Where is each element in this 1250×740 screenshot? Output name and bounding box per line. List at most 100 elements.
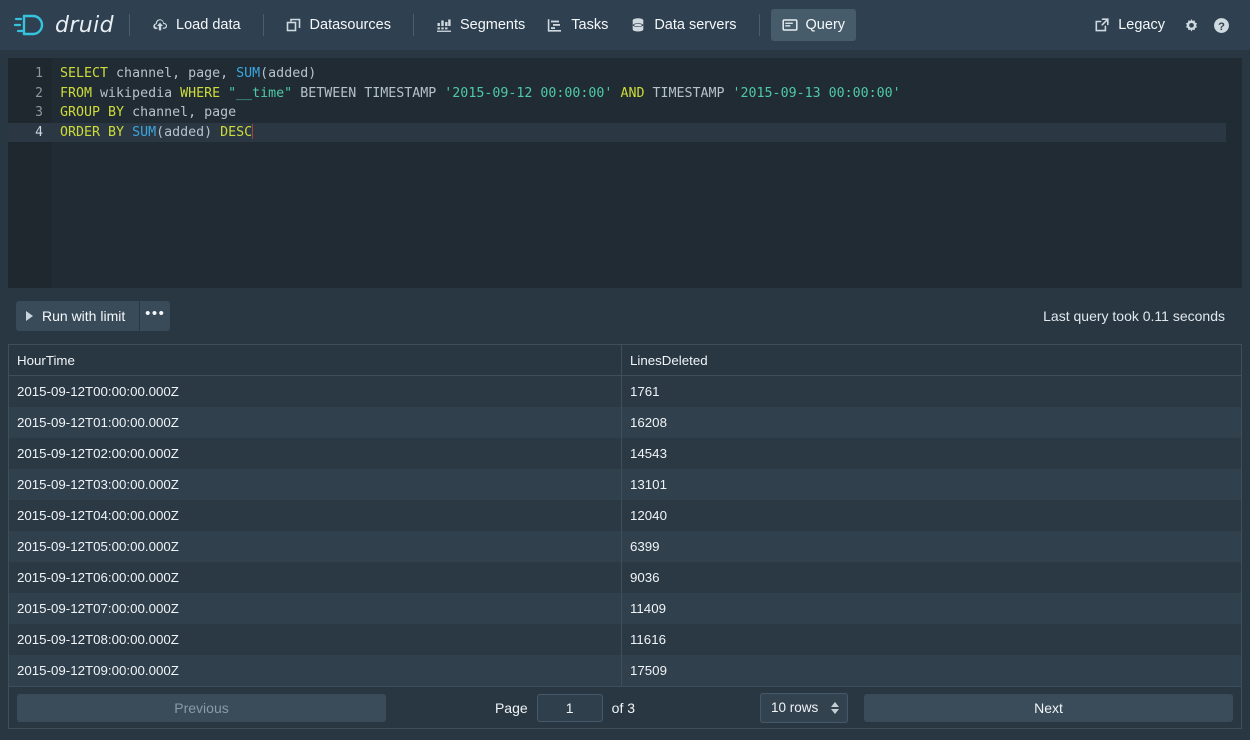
text-caret: [252, 123, 254, 139]
table-cell: 2015-09-12T03:00:00.000Z: [17, 477, 179, 492]
column-header-hourtime[interactable]: HourTime: [9, 353, 621, 368]
next-page-button[interactable]: Next: [864, 693, 1233, 722]
help-circle-icon: ?: [1213, 17, 1229, 33]
nav-item-query-label: Query: [805, 17, 846, 33]
query-timing-label: Last query took 0.11 seconds: [1043, 308, 1225, 324]
nav-item-load-data[interactable]: Load data: [141, 9, 252, 41]
svg-text:?: ?: [1218, 21, 1225, 33]
page-indicator: Page of 3: [386, 693, 744, 722]
table-cell: 2015-09-12T08:00:00.000Z: [17, 632, 179, 647]
code-token: SUM: [132, 124, 157, 140]
code-token: BY: [108, 124, 125, 140]
code-token: SELECT: [60, 66, 109, 81]
table-row[interactable]: 2015-09-12T02:00:00.000Z 14543: [9, 438, 1241, 469]
code-token: '2015-09-13 00:00:00': [732, 85, 901, 101]
pagination-bar: Previous Page of 3 10 rows Next: [9, 686, 1241, 728]
query-toolbar: Run with limit ••• Last query took 0.11 …: [8, 288, 1242, 344]
table-cell: 6399: [621, 531, 1241, 562]
nav-item-legacy[interactable]: Legacy: [1083, 9, 1176, 41]
nav-item-tasks-label: Tasks: [571, 17, 609, 33]
code-line-3[interactable]: GROUP BY channel, page: [52, 103, 1242, 123]
brand-title: druid: [55, 12, 115, 38]
column-header-linesdeleted[interactable]: LinesDeleted: [621, 345, 1241, 375]
code-line-1[interactable]: SELECT channel, page, SUM(added): [52, 64, 1242, 84]
table-row[interactable]: 2015-09-12T05:00:00.000Z 6399: [9, 531, 1241, 562]
code-token: (added): [260, 66, 317, 81]
table-cell: 2015-09-12T05:00:00.000Z: [17, 539, 179, 554]
help-button[interactable]: ?: [1206, 10, 1236, 40]
table-cell: 14543: [621, 438, 1241, 469]
navbar: druid Load data Datasources Segments Tas…: [0, 0, 1250, 50]
database-icon: [630, 17, 646, 33]
code-token: TIMESTAMP: [644, 85, 733, 101]
code-token: channel, page: [124, 105, 237, 120]
nav-item-segments[interactable]: Segments: [425, 9, 536, 41]
code-token: ORDER: [60, 124, 101, 140]
table-cell: 11409: [621, 593, 1241, 624]
table-row[interactable]: 2015-09-12T09:00:00.000Z 17509: [9, 655, 1241, 686]
nav-item-datasources-label: Datasources: [309, 17, 391, 33]
gutter-line-4: 4: [8, 122, 52, 142]
code-token: BY: [108, 105, 125, 120]
run-with-limit-button[interactable]: Run with limit: [16, 301, 140, 331]
nav-item-tasks[interactable]: Tasks: [536, 9, 619, 41]
table-row[interactable]: 2015-09-12T00:00:00.000Z 1761: [9, 376, 1241, 407]
run-button-group: Run with limit •••: [16, 301, 171, 331]
table-row[interactable]: 2015-09-12T03:00:00.000Z 13101: [9, 469, 1241, 500]
table-row[interactable]: 2015-09-12T08:00:00.000Z 11616: [9, 624, 1241, 655]
nav-item-legacy-label: Legacy: [1118, 17, 1165, 33]
editor-code-area[interactable]: SELECT channel, page, SUM(added) FROM wik…: [52, 58, 1242, 288]
query-panel: 1234 SELECT channel, page, SUM(added) FRO…: [8, 58, 1242, 729]
navbar-left-group: druid Load data Datasources Segments Tas…: [13, 0, 857, 50]
settings-button[interactable]: [1176, 10, 1206, 40]
table-cell: 2015-09-12T02:00:00.000Z: [17, 446, 179, 461]
rows-per-page-select[interactable]: 10 rows: [760, 692, 848, 723]
table-cell: 16208: [621, 407, 1241, 438]
table-row[interactable]: 2015-09-12T07:00:00.000Z 11409: [9, 593, 1241, 624]
table-row[interactable]: 2015-09-12T04:00:00.000Z 12040: [9, 500, 1241, 531]
code-line-4[interactable]: ORDER BY SUM(added) DESC: [52, 122, 1242, 142]
application-icon: [781, 17, 798, 33]
sql-editor[interactable]: 1234 SELECT channel, page, SUM(added) FRO…: [8, 58, 1242, 288]
cloud-upload-icon: [152, 17, 168, 33]
rows-per-page-wrap: 10 rows: [744, 692, 864, 723]
multi-select-icon: [286, 17, 302, 33]
query-view: 1234 SELECT channel, page, SUM(added) FRO…: [0, 50, 1250, 740]
table-header-row: HourTime LinesDeleted: [9, 345, 1241, 376]
share-external-icon: [1094, 17, 1110, 33]
navbar-right-group: Legacy ?: [1083, 0, 1236, 50]
table-row[interactable]: 2015-09-12T01:00:00.000Z 16208: [9, 407, 1241, 438]
run-options-button[interactable]: •••: [140, 301, 171, 331]
nav-item-segments-label: Segments: [459, 17, 526, 33]
code-token: GROUP: [60, 105, 101, 120]
table-cell: 13101: [621, 469, 1241, 500]
editor-gutter: 1 2 3 4: [8, 58, 52, 288]
gantt-chart-icon: [547, 17, 563, 33]
code-token: '2015-09-12 00:00:00': [444, 85, 613, 101]
table-body: 2015-09-12T00:00:00.000Z 1761 2015-09-12T0…: [9, 376, 1241, 686]
code-token: channel, page,: [108, 66, 237, 81]
page-number-input[interactable]: [536, 693, 603, 722]
page-label: Page: [494, 699, 528, 716]
nav-divider: [262, 14, 264, 36]
code-token: BETWEEN TIMESTAMP: [292, 85, 445, 101]
nav-item-query[interactable]: Query: [770, 9, 857, 41]
nav-item-data-servers-label: Data servers: [654, 17, 737, 33]
nav-item-load-data-label: Load data: [176, 17, 241, 33]
nav-item-datasources[interactable]: Datasources: [275, 9, 402, 41]
brand-logo-link[interactable]: druid: [13, 11, 118, 39]
table-cell: 2015-09-12T06:00:00.000Z: [17, 570, 179, 585]
table-cell: 2015-09-12T04:00:00.000Z: [17, 508, 179, 523]
nav-item-data-servers[interactable]: Data servers: [619, 9, 747, 41]
gutter-line-3: 3: [35, 105, 43, 120]
previous-page-button[interactable]: Previous: [17, 693, 386, 722]
table-row[interactable]: 2015-09-12T06:00:00.000Z 9036: [9, 562, 1241, 593]
page-total-label: of 3: [611, 699, 636, 716]
code-token: FROM: [60, 85, 93, 101]
play-icon: [26, 311, 33, 321]
code-token: AND: [620, 85, 645, 101]
code-line-2[interactable]: FROM wikipedia WHERE "__time" BETWEEN TI…: [52, 84, 1242, 104]
